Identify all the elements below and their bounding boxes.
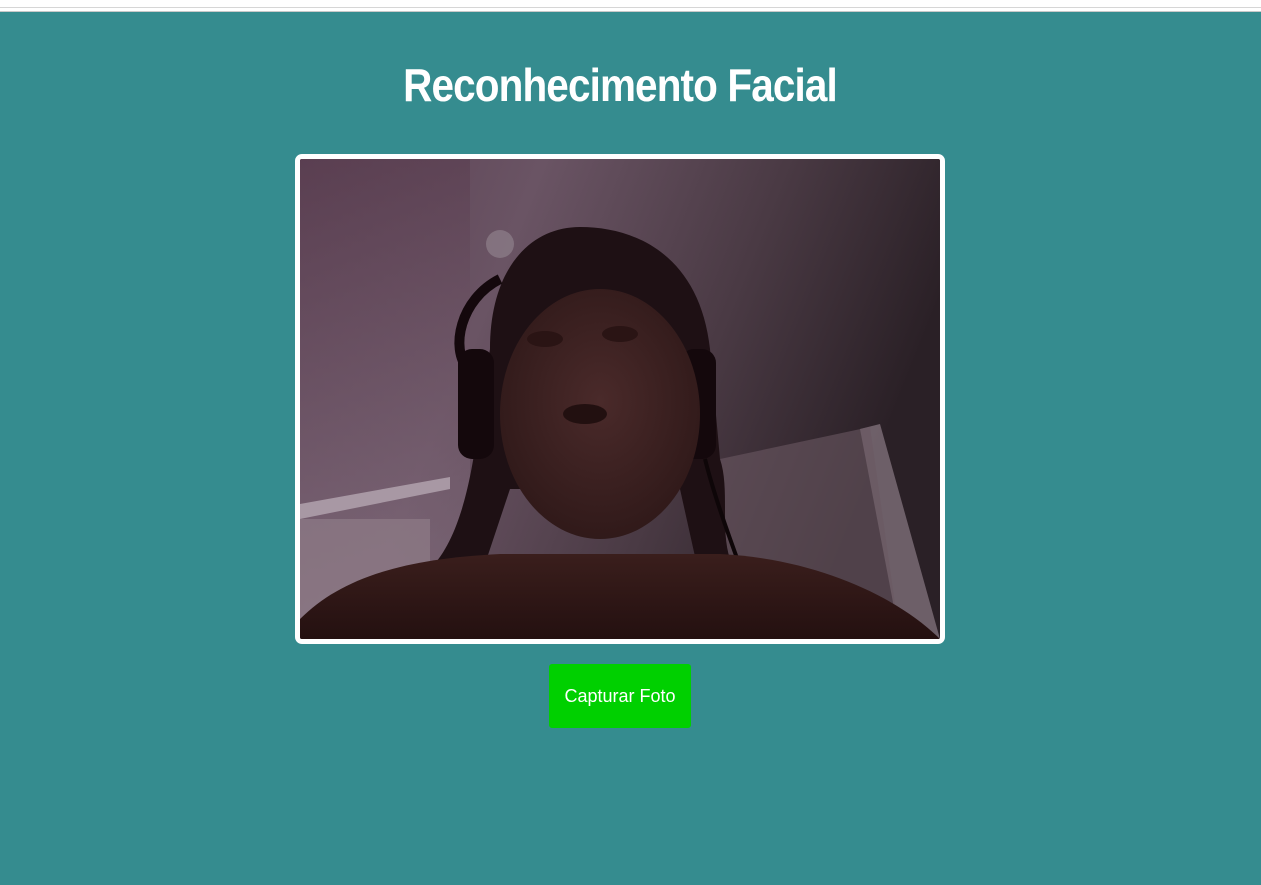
capture-photo-button[interactable]: Capturar Foto [549, 664, 691, 728]
page-title: Reconhecimento Facial [403, 59, 838, 111]
webcam-feed-image [300, 159, 940, 639]
browser-divider [0, 7, 1261, 8]
browser-top-strip [0, 0, 1261, 12]
webcam-video[interactable] [295, 154, 945, 644]
